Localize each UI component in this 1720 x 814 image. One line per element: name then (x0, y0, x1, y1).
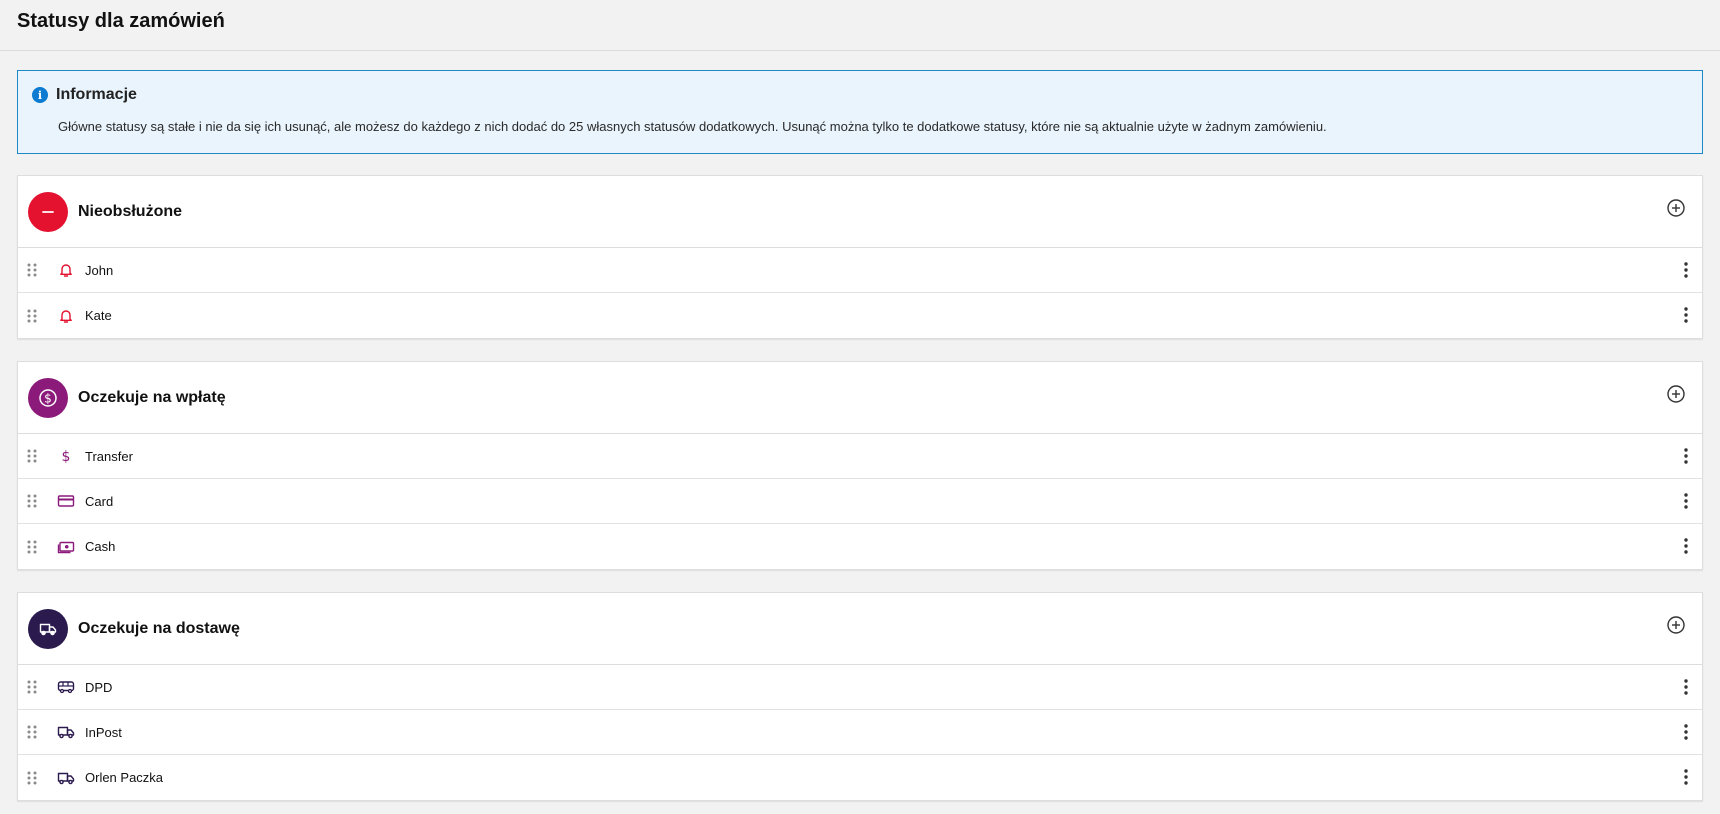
section-title: Oczekuje na wpłatę (78, 388, 226, 406)
status-row[interactable]: DPD (18, 665, 1702, 710)
status-label: Orlen Paczka (85, 770, 164, 785)
status-section: Nieobsłużone John Kate (17, 175, 1703, 339)
credit-card-icon (57, 492, 75, 510)
status-row[interactable]: InPost (18, 710, 1702, 755)
more-options-icon[interactable] (1682, 306, 1690, 324)
section-title: Nieobsłużone (78, 202, 183, 220)
drag-handle-icon[interactable] (26, 449, 38, 463)
status-row[interactable]: Cash (18, 524, 1702, 569)
status-section: Oczekuje na dostawę DPD InPost Orlen Pac… (17, 592, 1703, 801)
status-row[interactable]: Orlen Paczka (18, 755, 1702, 800)
truck-icon (57, 723, 75, 741)
svg-text:$: $ (62, 449, 71, 464)
drag-handle-icon[interactable] (26, 771, 38, 785)
status-row[interactable]: Kate (18, 293, 1702, 338)
drag-handle-icon[interactable] (26, 263, 38, 277)
dollar-icon: $ (57, 447, 75, 465)
status-label: Transfer (85, 448, 133, 464)
truck-icon (28, 608, 68, 649)
add-status-button[interactable] (1666, 198, 1686, 218)
more-options-icon[interactable] (1682, 447, 1690, 465)
add-status-button[interactable] (1666, 384, 1686, 404)
status-sections: Nieobsłużone John Kate $ Oczekuje na wpł… (17, 175, 1703, 801)
drag-handle-icon[interactable] (26, 680, 38, 694)
minus-icon (28, 191, 68, 232)
section-header: $ Oczekuje na wpłatę (18, 362, 1702, 434)
info-header: i Informacje (32, 86, 1688, 104)
plus-circle-icon (1666, 199, 1686, 222)
more-options-icon[interactable] (1682, 492, 1690, 510)
add-status-button[interactable] (1666, 615, 1686, 635)
status-row[interactable]: $ Transfer (18, 434, 1702, 479)
drag-handle-icon[interactable] (26, 725, 38, 739)
drag-handle-icon[interactable] (26, 494, 38, 508)
status-row[interactable]: John (18, 248, 1702, 293)
info-title: Informacje (56, 86, 137, 103)
more-options-icon[interactable] (1682, 537, 1690, 555)
status-label: Kate (85, 308, 112, 323)
drag-handle-icon[interactable] (26, 309, 38, 323)
section-header: Oczekuje na dostawę (18, 593, 1702, 665)
info-text: Główne statusy są stałe i nie da się ich… (58, 119, 1327, 134)
drag-handle-icon[interactable] (26, 540, 38, 554)
bell-icon (57, 307, 75, 325)
section-title: Oczekuje na dostawę (78, 619, 240, 637)
truck-icon (57, 769, 75, 787)
status-section: $ Oczekuje na wpłatę $ Transfer Card Cas… (17, 361, 1703, 570)
status-label: Card (85, 493, 114, 509)
main-content: i Informacje Główne statusy są stałe i n… (0, 51, 1720, 801)
status-row[interactable]: Card (18, 479, 1702, 524)
more-options-icon[interactable] (1682, 723, 1690, 741)
more-options-icon[interactable] (1682, 768, 1690, 786)
status-label: Cash (85, 539, 116, 554)
page-header: Statusy dla zamówień (0, 0, 1720, 51)
info-icon: i (32, 87, 48, 103)
bus-icon (57, 678, 75, 696)
status-label: InPost (85, 724, 122, 740)
more-options-icon[interactable] (1682, 261, 1690, 279)
svg-text:$: $ (44, 391, 52, 405)
page-title: Statusy dla zamówień (17, 10, 225, 32)
status-label: John (85, 262, 114, 278)
cash-icon (57, 538, 75, 556)
section-header: Nieobsłużone (18, 176, 1702, 248)
dollar-circle-icon: $ (28, 377, 68, 418)
plus-circle-icon (1666, 616, 1686, 639)
plus-circle-icon (1666, 385, 1686, 408)
info-box: i Informacje Główne statusy są stałe i n… (17, 70, 1703, 154)
status-label: DPD (85, 679, 113, 695)
bell-icon (57, 261, 75, 279)
more-options-icon[interactable] (1682, 678, 1690, 696)
